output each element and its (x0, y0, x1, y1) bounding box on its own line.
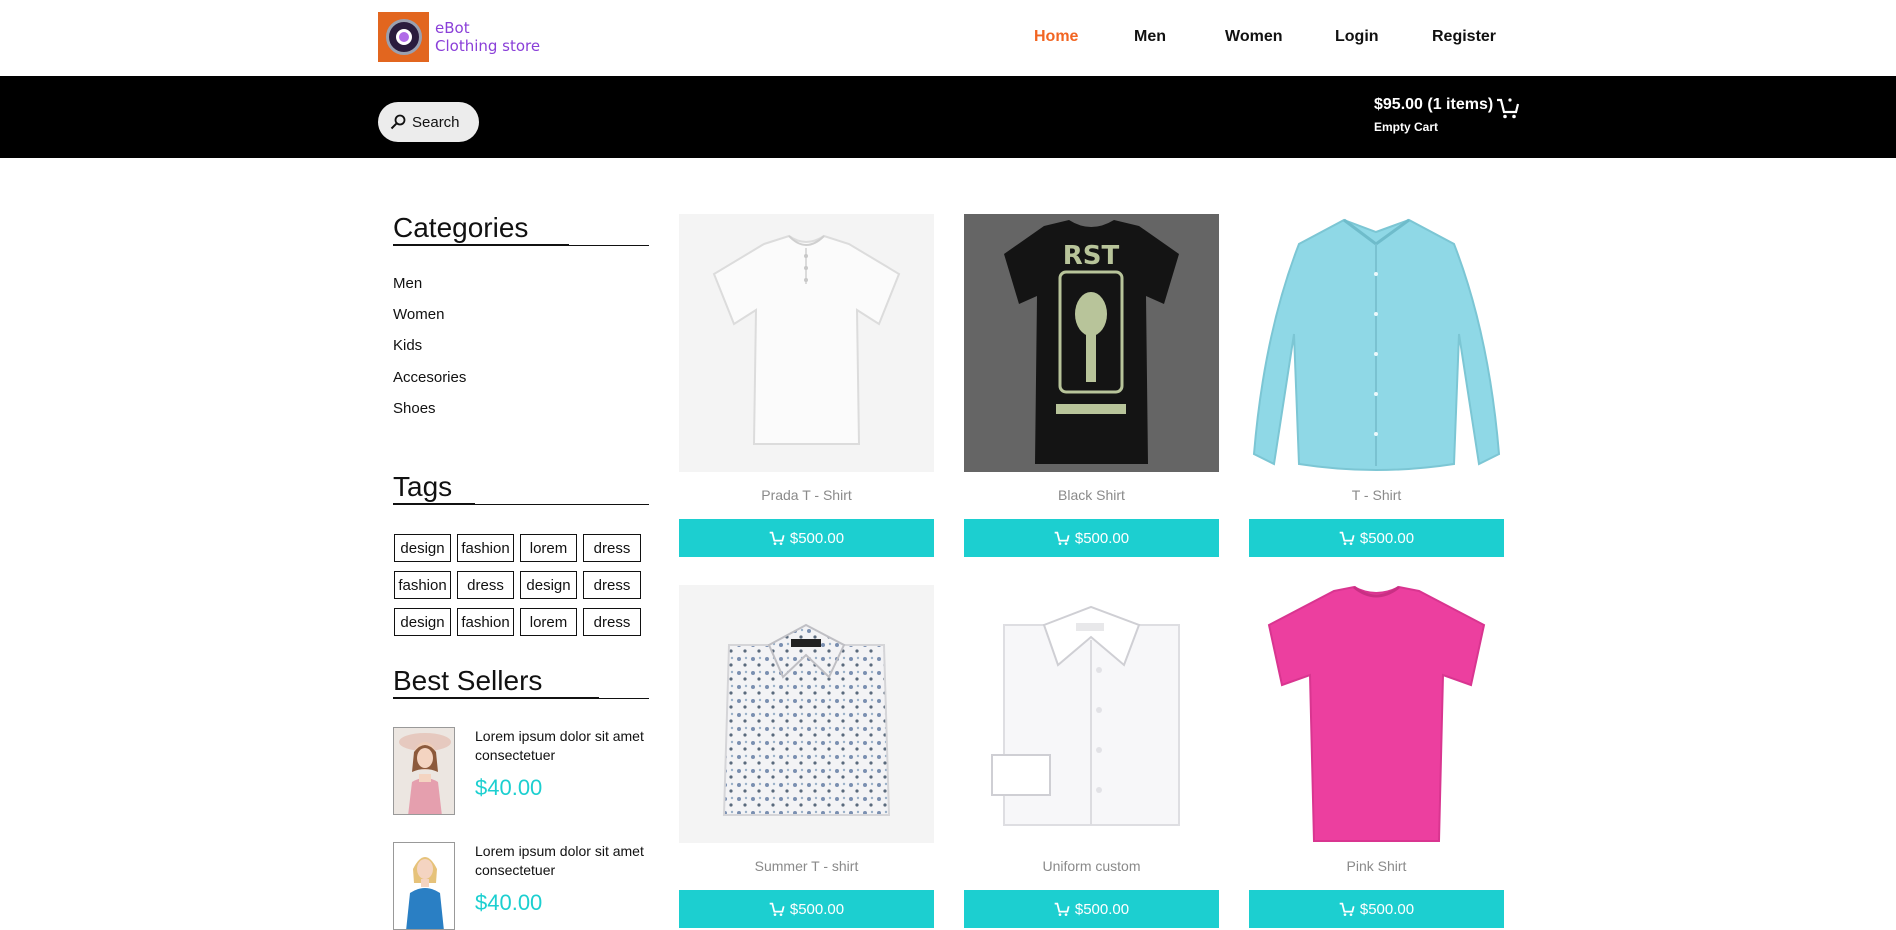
brand-line1: eBot (435, 19, 470, 37)
best-seller-text[interactable]: Lorem ipsum dolor sit amet consectetuer (475, 842, 655, 880)
product-image[interactable]: RST (964, 214, 1219, 472)
product-image[interactable] (679, 585, 934, 843)
tag-item[interactable]: fashion (457, 534, 514, 562)
category-kids[interactable]: Kids (393, 337, 422, 354)
product-image[interactable] (679, 214, 934, 472)
cart-icon (1054, 902, 1070, 916)
cart-icon (1339, 531, 1355, 545)
tag-item[interactable]: dress (583, 571, 641, 599)
brand-logo[interactable]: eBot Clothing store (378, 12, 540, 62)
tag-item[interactable]: fashion (457, 608, 514, 636)
categories-title: Categories (393, 212, 529, 243)
cart-summary[interactable]: $95.00 (1 items) Empty Cart (1374, 96, 1493, 134)
nav-home[interactable]: Home (1034, 28, 1078, 46)
tag-item[interactable]: lorem (520, 608, 577, 636)
best-seller-image[interactable] (393, 727, 455, 815)
add-to-cart-button[interactable]: $500.00 (964, 519, 1219, 557)
product-price: $500.00 (789, 529, 845, 547)
search-icon (390, 114, 406, 130)
cart-icon (769, 902, 785, 916)
add-to-cart-button[interactable]: $500.00 (964, 890, 1219, 928)
product-image[interactable] (1249, 585, 1504, 843)
nav-login[interactable]: Login (1335, 28, 1379, 46)
product-price: $500.00 (1074, 900, 1130, 918)
cart-icon[interactable] (1496, 96, 1520, 120)
product-name[interactable]: Black Shirt (964, 487, 1219, 503)
tag-item[interactable]: fashion (394, 571, 451, 599)
nav-men[interactable]: Men (1134, 28, 1166, 46)
best-sellers-title: Best Sellers (393, 665, 543, 696)
add-to-cart-button[interactable]: $500.00 (679, 519, 934, 557)
category-women[interactable]: Women (393, 306, 444, 323)
product-price: $500.00 (1359, 900, 1415, 918)
product-name[interactable]: T - Shirt (1249, 487, 1504, 503)
search-button[interactable]: Search (378, 102, 479, 142)
best-seller-text[interactable]: Lorem ipsum dolor sit amet consectetuer (475, 727, 655, 765)
tag-item[interactable]: design (520, 571, 577, 599)
product-price: $500.00 (789, 900, 845, 918)
category-shoes[interactable]: Shoes (393, 400, 436, 417)
tags-title: Tags (393, 471, 453, 502)
cart-icon (1054, 531, 1070, 545)
category-men[interactable]: Men (393, 275, 422, 292)
logo-icon (378, 12, 429, 62)
brand-line2: Clothing store (435, 37, 541, 55)
cart-icon (1339, 902, 1355, 916)
best-seller-price: $40.00 (475, 890, 543, 915)
search-cart-bar (0, 76, 1896, 158)
product-price: $500.00 (1074, 529, 1130, 547)
header (0, 0, 1896, 76)
tag-item[interactable]: dress (583, 608, 641, 636)
tag-item[interactable]: lorem (520, 534, 577, 562)
add-to-cart-button[interactable]: $500.00 (679, 890, 934, 928)
product-image[interactable] (1249, 214, 1504, 472)
nav-women[interactable]: Women (1225, 28, 1282, 46)
search-label: Search (412, 113, 460, 131)
product-image[interactable] (964, 585, 1219, 843)
empty-cart-link[interactable]: Empty Cart (1374, 120, 1493, 134)
cart-total: $95.00 (1 items) (1374, 96, 1494, 113)
category-accesories[interactable]: Accesories (393, 369, 466, 386)
add-to-cart-button[interactable]: $500.00 (1249, 519, 1504, 557)
product-name[interactable]: Uniform custom (964, 858, 1219, 874)
tag-item[interactable]: design (394, 534, 451, 562)
brand-name: eBot Clothing store (435, 19, 540, 55)
cart-icon (769, 531, 785, 545)
product-price: $500.00 (1359, 529, 1415, 547)
tag-item[interactable]: design (394, 608, 451, 636)
tag-item[interactable]: dress (583, 534, 641, 562)
add-to-cart-button[interactable]: $500.00 (1249, 890, 1504, 928)
nav-register[interactable]: Register (1432, 28, 1496, 46)
product-name[interactable]: Summer T - shirt (679, 858, 934, 874)
best-seller-price: $40.00 (475, 775, 543, 800)
svg-text:RST: RST (1063, 241, 1120, 271)
tag-item[interactable]: dress (457, 571, 514, 599)
best-seller-image[interactable] (393, 842, 455, 930)
product-name[interactable]: Pink Shirt (1249, 858, 1504, 874)
product-name[interactable]: Prada T - Shirt (679, 487, 934, 503)
